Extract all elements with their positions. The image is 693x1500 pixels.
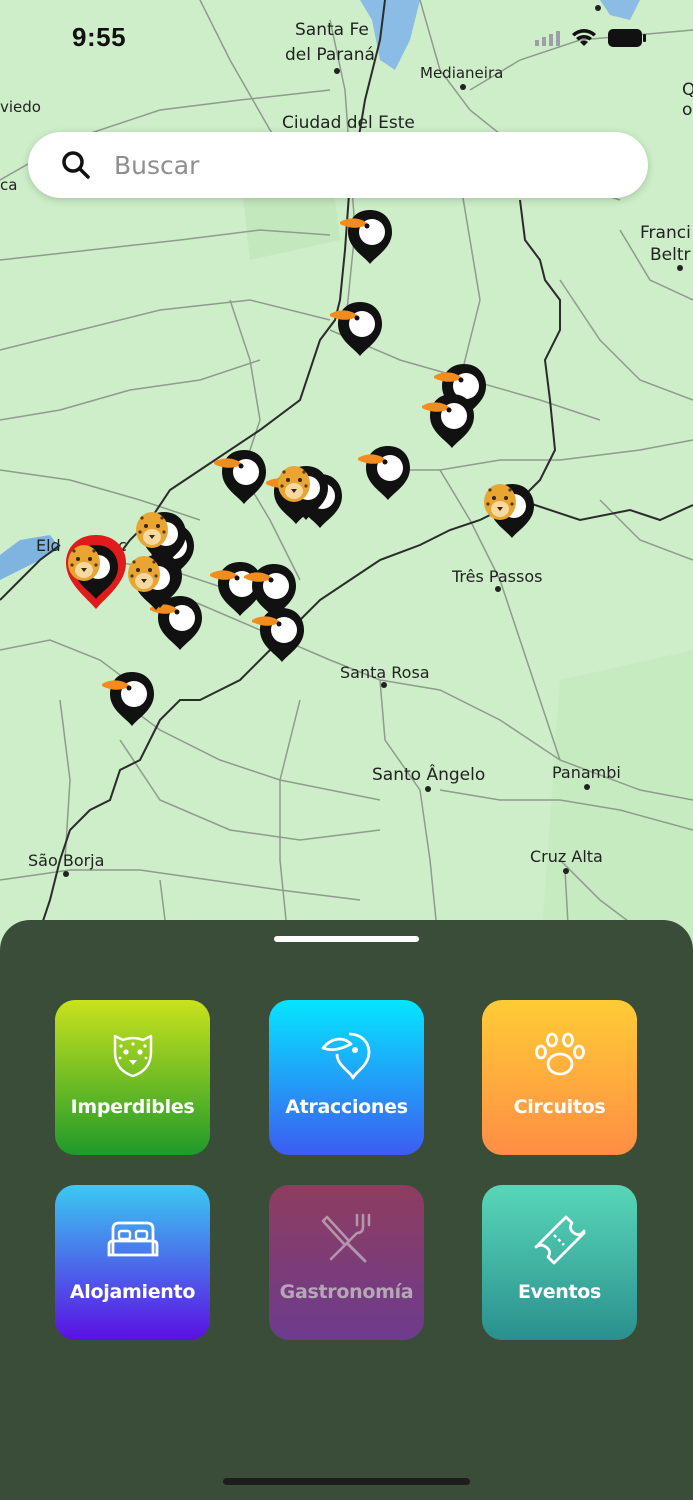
home-indicator: [223, 1478, 470, 1485]
map-label: o: [682, 100, 692, 120]
map-label: ca: [0, 176, 17, 194]
category-gastronomia-button[interactable]: Gastronomía: [269, 1185, 424, 1340]
map-label: Santa Rosa: [340, 663, 430, 682]
ticket-icon: [534, 1215, 585, 1265]
signal-icon: [535, 30, 561, 51]
map-label: Cruz Alta: [530, 847, 603, 866]
category-label: Alojamiento: [69, 1281, 196, 1303]
category-imperdibles-button[interactable]: Imperdibles: [55, 1000, 210, 1155]
map-label: viedo: [0, 98, 41, 116]
toucan-icon: [321, 1032, 370, 1080]
map-area: [540, 650, 693, 960]
map-label: Três Passos: [451, 567, 542, 586]
jaguar-icon: [113, 1034, 152, 1078]
category-label: Imperdibles: [70, 1096, 195, 1118]
category-sheet: Imperdibles Atracciones Circuitos Alojam…: [0, 920, 693, 1500]
battery-icon: [607, 28, 647, 53]
map-label: Panambi: [552, 763, 621, 782]
category-circuitos-button[interactable]: Circuitos: [482, 1000, 637, 1155]
search-icon[interactable]: [58, 147, 94, 183]
status-icons: [535, 28, 647, 53]
map-label: Beltr: [650, 245, 691, 265]
category-label: Circuitos: [513, 1096, 606, 1118]
status-time: 9:55: [72, 22, 127, 52]
map-label: Medianeira: [420, 64, 503, 82]
category-label: Eventos: [517, 1281, 602, 1303]
wifi-icon: [571, 28, 597, 53]
map-label: São Borja: [28, 851, 104, 870]
category-eventos-button[interactable]: Eventos: [482, 1185, 637, 1340]
map-label: Eld: [36, 536, 61, 555]
map-label: Santa Fe: [295, 20, 369, 40]
sheet-grabber[interactable]: [274, 936, 419, 942]
map-label: Franci: [640, 223, 691, 243]
paw-icon: [534, 1032, 585, 1076]
category-alojamiento-button[interactable]: Alojamiento: [55, 1185, 210, 1340]
category-label: Gastronomía: [279, 1281, 414, 1303]
map-label: Santo Ângelo: [372, 763, 485, 785]
map-label: Ciudad del Este: [282, 113, 415, 133]
utensils-icon: [321, 1213, 370, 1263]
search-input[interactable]: [112, 149, 596, 181]
bed-icon: [107, 1221, 158, 1257]
category-label: Atracciones: [285, 1096, 408, 1118]
map-label: Q: [682, 80, 693, 100]
category-atracciones-button[interactable]: Atracciones: [269, 1000, 424, 1155]
map-label: del Paraná: [285, 45, 375, 65]
search-bar[interactable]: [28, 132, 648, 198]
